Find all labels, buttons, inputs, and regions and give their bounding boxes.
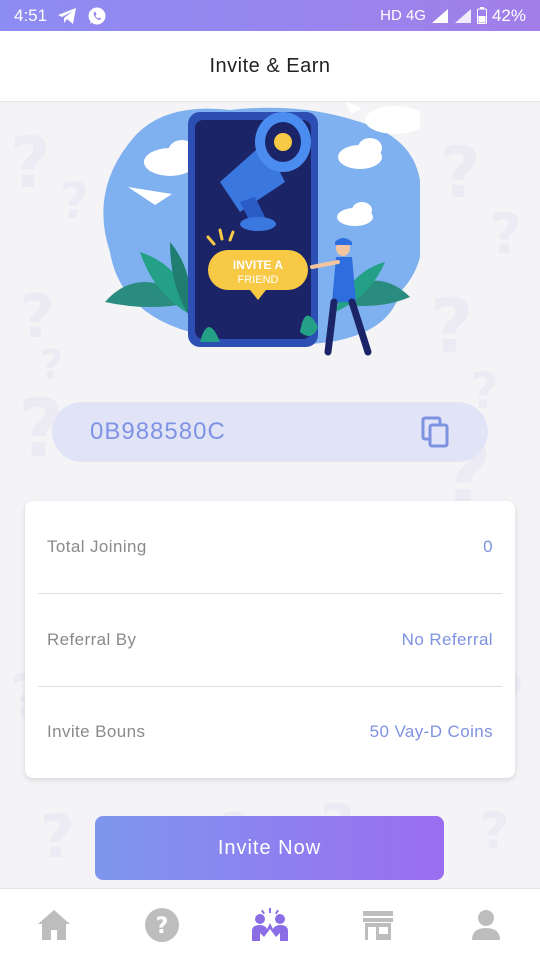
network-type: HD 4G [380, 7, 426, 24]
invite-now-button[interactable]: Invite Now [95, 816, 444, 880]
bottom-nav: ? [0, 888, 540, 960]
badge-line-1: INVITE A [233, 258, 284, 272]
whatsapp-icon [88, 7, 106, 24]
stat-label: Referral By [47, 630, 137, 649]
stats-card: Total Joining 0 Referral By No Referral … [25, 501, 515, 778]
stat-label: Total Joining [47, 537, 147, 556]
referral-code: 0B988580C [90, 418, 226, 445]
stat-label: Invite Bouns [47, 722, 146, 741]
stat-row-total-joining: Total Joining 0 [25, 501, 515, 593]
svg-text:?: ? [156, 914, 169, 939]
battery-icon [476, 7, 487, 24]
app-header: Invite & Earn [0, 31, 540, 102]
invite-illustration: INVITE A FRIEND [103, 102, 420, 356]
nav-help[interactable]: ? [108, 889, 216, 960]
nav-home[interactable] [0, 889, 108, 960]
home-icon [38, 909, 70, 940]
stat-value: 0 [483, 537, 493, 556]
help-icon: ? [145, 907, 179, 942]
stat-value: 50 Vay-D Coins [369, 722, 493, 741]
page-title: Invite & Earn [209, 54, 331, 77]
invite-icon [252, 907, 288, 941]
stat-row-referral-by: Referral By No Referral [25, 594, 515, 686]
copy-icon[interactable] [420, 416, 450, 448]
referral-code-box: 0B988580C [52, 402, 488, 462]
status-bar: 4:51 HD 4G 42% [0, 0, 540, 31]
profile-icon [472, 909, 500, 940]
stat-value: No Referral [401, 630, 493, 649]
badge-line-2: FRIEND [238, 274, 279, 286]
stat-row-invite-bonus: Invite Bouns 50 Vay-D Coins [25, 686, 515, 778]
telegram-icon [58, 7, 77, 24]
battery-percent: 42% [491, 5, 526, 25]
nav-invite[interactable] [216, 889, 324, 960]
store-icon [363, 910, 393, 940]
nav-profile[interactable] [432, 889, 540, 960]
signal-icon-2 [454, 8, 471, 23]
signal-icon [431, 8, 448, 23]
nav-store[interactable] [324, 889, 432, 960]
status-time: 4:51 [14, 5, 48, 25]
